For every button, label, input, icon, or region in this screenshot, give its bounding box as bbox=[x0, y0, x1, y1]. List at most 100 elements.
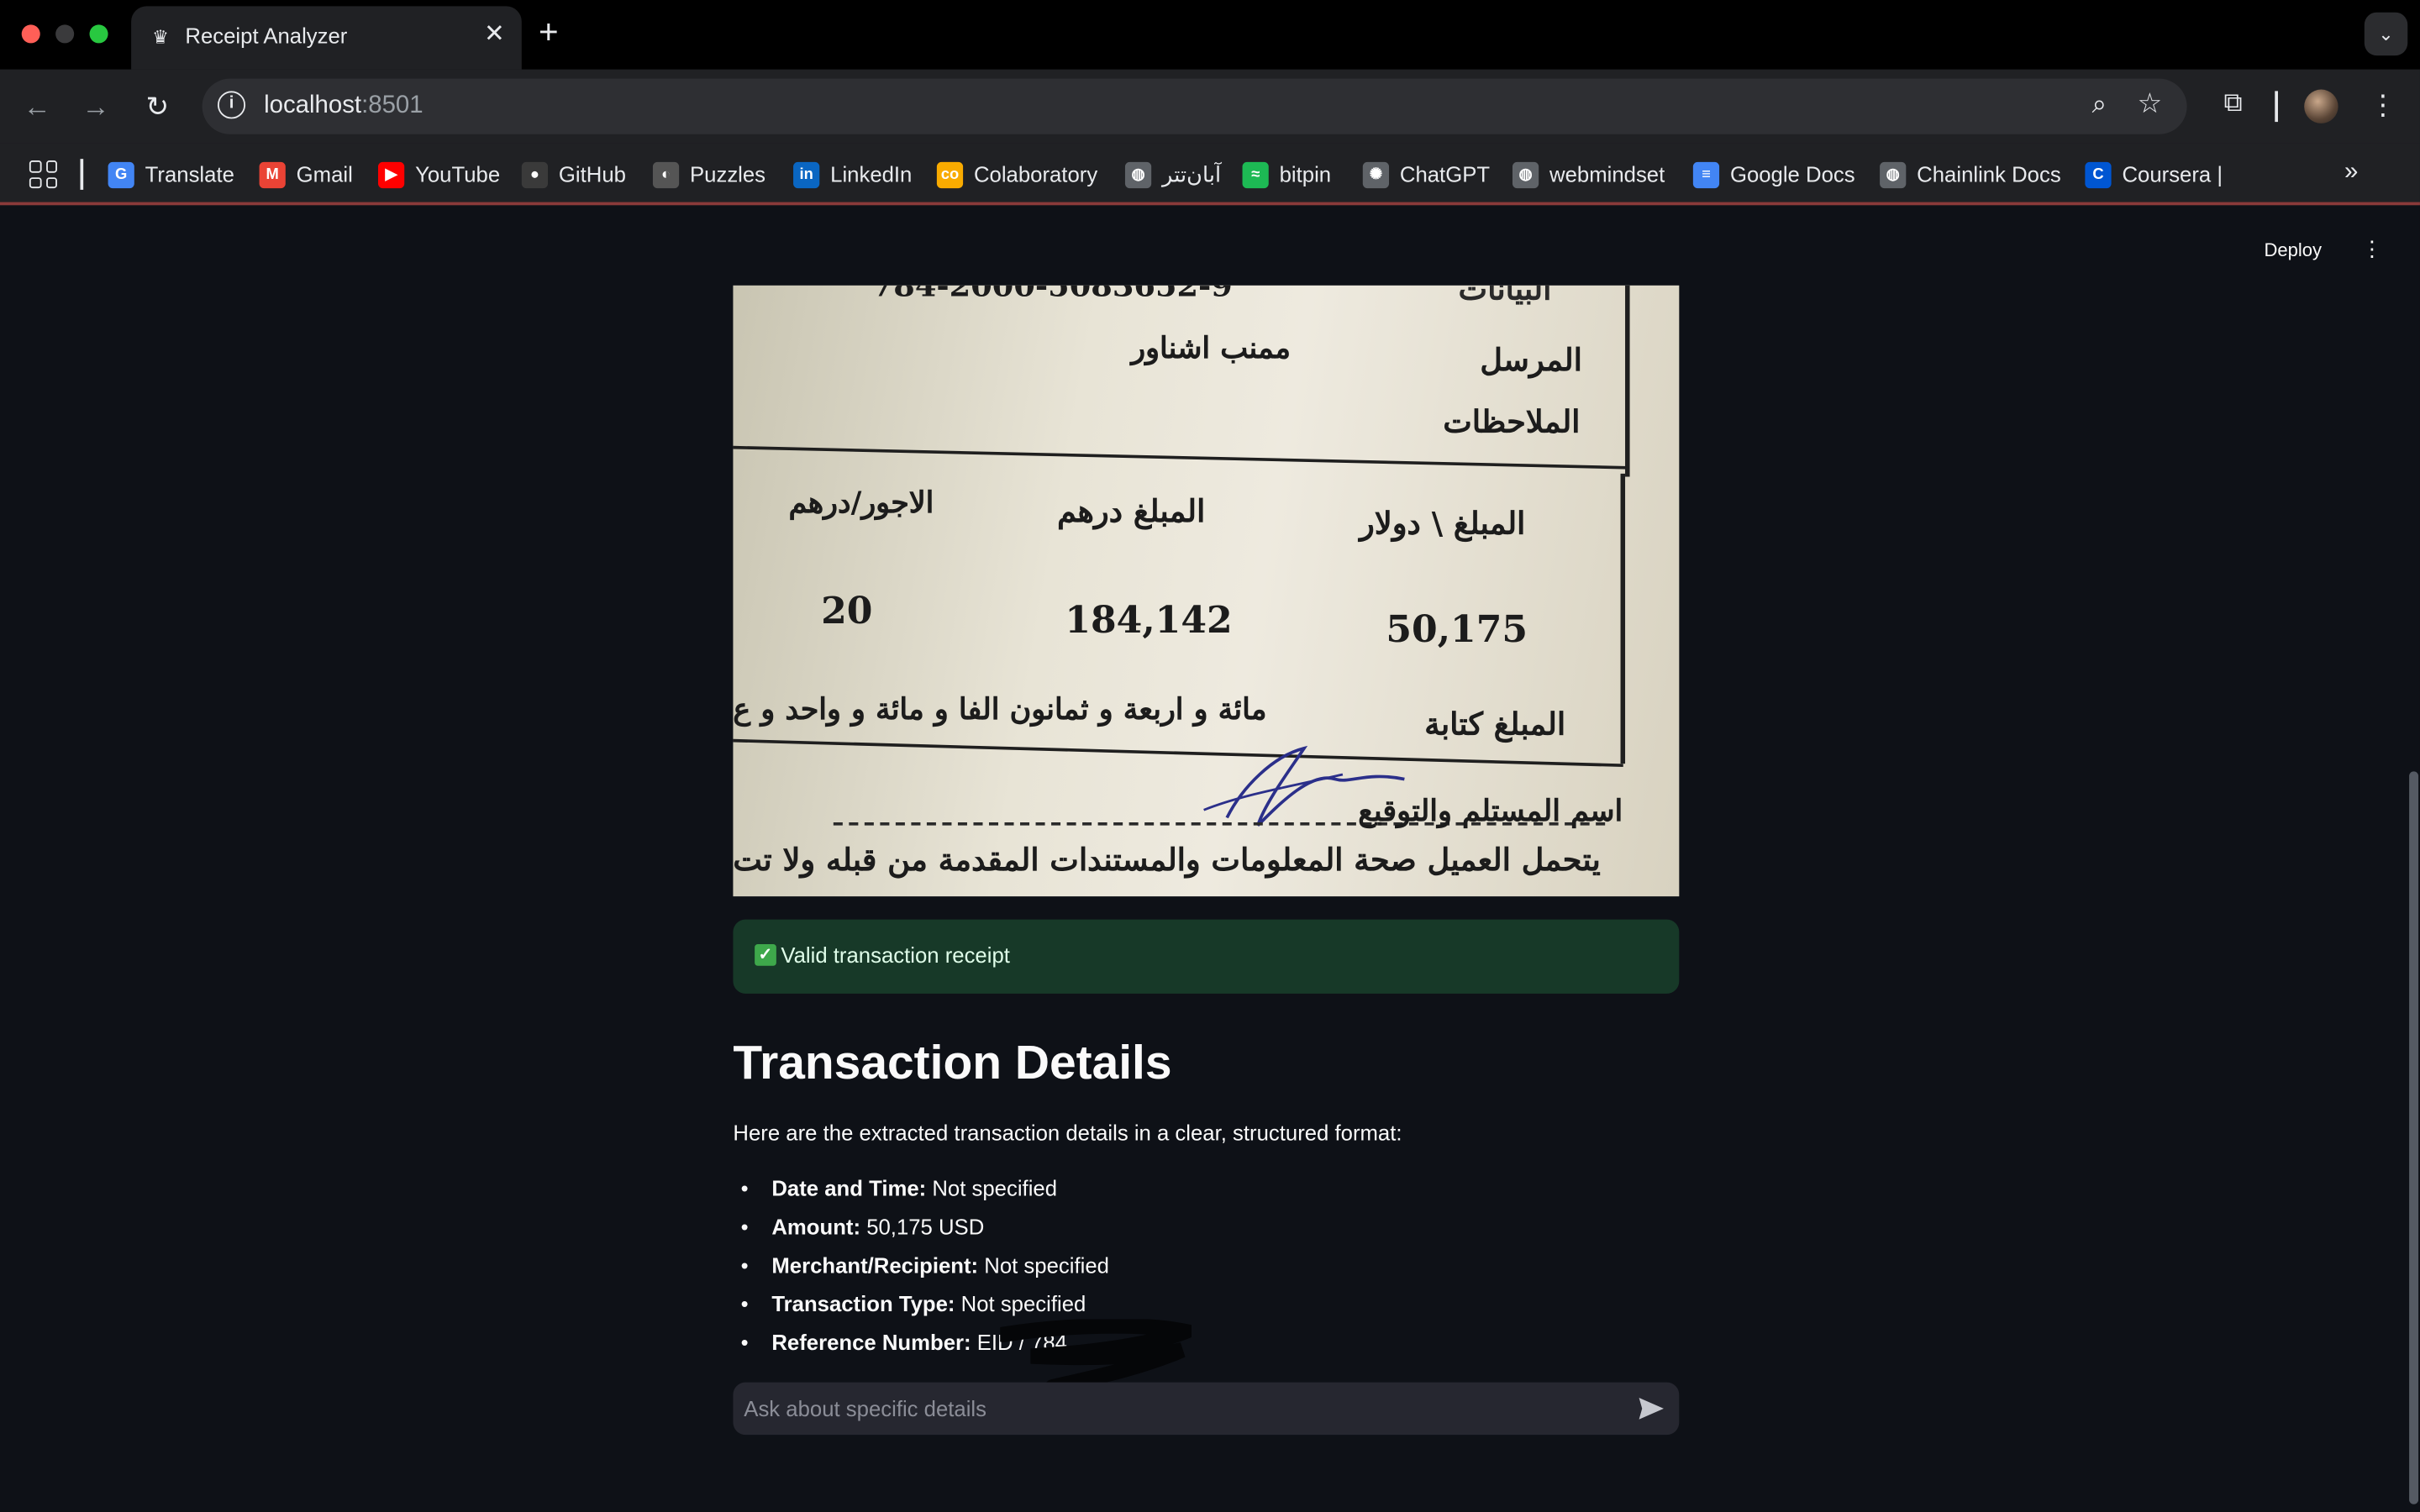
detail-value: 50,175 USD bbox=[866, 1214, 985, 1239]
bookmark-label: Puzzles bbox=[690, 161, 766, 187]
receipt-col-fee: الاجور/درهم bbox=[788, 486, 934, 520]
receipt-amount-words-value: مائة و اربعة و ثمانون الفا و مائة و واحد… bbox=[733, 692, 1267, 727]
bookmark-item[interactable]: C Coursera | bbox=[2085, 159, 2223, 190]
app-menu-icon[interactable]: ⋮ bbox=[2361, 236, 2383, 262]
alert-text: Valid transaction receipt bbox=[781, 942, 1010, 968]
page-title: Transaction Details bbox=[733, 1035, 1172, 1089]
bookmark-label: Translate bbox=[145, 161, 234, 187]
tab-strip: ♛ Receipt Analyzer ✕ + ⌄ bbox=[0, 0, 2420, 70]
deploy-button[interactable]: Deploy bbox=[2264, 239, 2322, 261]
profile-avatar[interactable] bbox=[2304, 89, 2338, 123]
url-text[interactable]: localhost:8501 bbox=[264, 92, 424, 120]
toolbar-divider bbox=[2275, 91, 2278, 123]
receipt-image: البيانات 784-2000-5083652-9 المرسل ممنب … bbox=[733, 285, 1680, 897]
receipt-col-usd: المبلغ \ دولار bbox=[1360, 504, 1526, 542]
more-bookmarks-icon[interactable]: » bbox=[2344, 159, 2358, 186]
close-window-button[interactable] bbox=[21, 24, 40, 44]
globe-icon: ◍ bbox=[1512, 160, 1539, 188]
bookmark-item[interactable]: ◐ Puzzles bbox=[652, 159, 766, 190]
streamlit-crown-icon: ♛ bbox=[152, 26, 169, 48]
bookmark-item[interactable]: in LinkedIn bbox=[793, 159, 912, 190]
receipt-footer-text: يتحمل العميل صحة المعلومات والمستندات ال… bbox=[733, 841, 1601, 879]
detail-label: Reference Number: bbox=[771, 1330, 971, 1355]
bookmark-item[interactable]: M Gmail bbox=[259, 159, 353, 190]
detail-label: Date and Time: bbox=[771, 1175, 927, 1200]
bookmark-item[interactable]: ◍ webmindset bbox=[1512, 159, 1665, 190]
receipt-border-line bbox=[1620, 473, 1626, 764]
bookmark-label: Gmail bbox=[296, 161, 353, 187]
forward-arrow-icon[interactable]: → bbox=[77, 88, 114, 125]
bookmark-label: آبان‌تتر bbox=[1162, 160, 1222, 186]
browser-window: ♛ Receipt Analyzer ✕ + ⌄ ← → ↻ i localho… bbox=[0, 0, 2420, 1512]
close-tab-icon[interactable]: ✕ bbox=[484, 22, 505, 50]
receipt-receiver-label: اسم المستلم والتوقيع bbox=[1358, 794, 1623, 829]
bookmark-label: Chainlink Docs bbox=[1917, 161, 2061, 187]
apps-grid-icon[interactable] bbox=[29, 160, 57, 189]
linkedin-icon: in bbox=[793, 160, 820, 188]
bookmark-label: Coursera | bbox=[2122, 161, 2223, 187]
detail-label: Transaction Type: bbox=[771, 1291, 955, 1316]
puzzles-icon: ◐ bbox=[652, 160, 680, 188]
url-host: localhost bbox=[264, 92, 362, 119]
bookmarks-bar: G Translate M Gmail ▶ YouTube ● GitHub ◐ Puzzles i… bbox=[0, 143, 2420, 206]
zoom-icon[interactable]: ⌕ bbox=[2092, 90, 2107, 121]
extensions-icon[interactable]: ⧉ bbox=[2217, 88, 2250, 122]
tab-receipt-analyzer[interactable]: ♛ Receipt Analyzer ✕ bbox=[131, 6, 522, 70]
bookmark-label: Google Docs bbox=[1729, 161, 1855, 187]
chatgpt-icon: ✺ bbox=[1362, 160, 1390, 188]
chat-placeholder: Ask about specific details bbox=[744, 1396, 987, 1421]
bookmark-item[interactable]: ✺ ChatGPT bbox=[1362, 159, 1491, 190]
github-icon: ● bbox=[521, 160, 549, 188]
receipt-top-partial: 784-2000-5083652-9 bbox=[871, 285, 1233, 304]
maximize-window-button[interactable] bbox=[89, 24, 108, 44]
bookmark-item[interactable]: ◍ Chainlink Docs bbox=[1880, 159, 2061, 190]
bookmark-label: ChatGPT bbox=[1399, 161, 1491, 187]
address-bar[interactable]: i localhost:8501 ⌕ ☆ bbox=[202, 78, 2187, 134]
bookmark-item[interactable]: ≡ Google Docs bbox=[1692, 159, 1855, 190]
youtube-icon: ▶ bbox=[377, 160, 405, 188]
gmail-icon: M bbox=[259, 160, 286, 188]
intro-text: Here are the extracted transaction detai… bbox=[733, 1120, 1402, 1145]
translate-icon: G bbox=[108, 160, 134, 188]
bookmark-item[interactable]: ◍ آبان‌تتر bbox=[1124, 159, 1222, 190]
tab-search-button[interactable]: ⌄ bbox=[2364, 12, 2408, 56]
list-item: Merchant/Recipient: Not specified bbox=[741, 1252, 1109, 1290]
colab-icon: co bbox=[936, 160, 964, 188]
detail-label: Amount: bbox=[771, 1214, 861, 1239]
chat-input[interactable]: Ask about specific details bbox=[733, 1382, 1680, 1436]
bookmark-item[interactable]: co Colaboratory bbox=[936, 159, 1098, 190]
bookmark-item[interactable]: ≈ bitpin bbox=[1242, 159, 1331, 190]
receipt-sender-label: المرسل bbox=[1480, 340, 1582, 378]
receipt-sender-value: ممنب اشناور bbox=[1131, 331, 1291, 366]
success-alert: ✓ Valid transaction receipt bbox=[733, 919, 1680, 994]
bookmark-label: Colaboratory bbox=[973, 161, 1098, 187]
bookmark-item[interactable]: ▶ YouTube bbox=[377, 159, 501, 190]
list-item: Date and Time: Not specified bbox=[741, 1174, 1109, 1213]
bookmark-item[interactable]: G Translate bbox=[108, 159, 234, 190]
check-mark-icon: ✓ bbox=[755, 944, 776, 966]
bookmark-label: YouTube bbox=[415, 161, 501, 187]
receipt-border-line bbox=[1625, 285, 1630, 477]
page-scrollbar[interactable] bbox=[2409, 771, 2419, 1504]
receipt-border-line bbox=[733, 738, 1623, 768]
bookmark-label: webmindset bbox=[1549, 161, 1665, 187]
back-arrow-icon[interactable]: ← bbox=[18, 88, 55, 125]
send-icon[interactable] bbox=[1638, 1394, 1665, 1422]
minimize-window-button[interactable] bbox=[55, 24, 75, 44]
browser-menu-icon[interactable]: ⋮ bbox=[2369, 88, 2396, 122]
tab-title: Receipt Analyzer bbox=[185, 23, 348, 48]
bookmark-item[interactable]: ● GitHub bbox=[521, 159, 626, 190]
bookmark-star-icon[interactable]: ☆ bbox=[2138, 88, 2163, 121]
bookmark-label: GitHub bbox=[558, 161, 626, 187]
bookmark-label: LinkedIn bbox=[830, 161, 913, 187]
list-item: Amount: 50,175 USD bbox=[741, 1213, 1109, 1252]
receipt-notes-label: الملاحظات bbox=[1443, 402, 1581, 440]
detail-label: Merchant/Recipient: bbox=[771, 1252, 979, 1278]
site-info-icon[interactable]: i bbox=[217, 91, 246, 119]
streamlit-app: Deploy ⋮ البيانات 784-2000-5083652-9 الم… bbox=[0, 207, 2420, 1512]
receipt-val-usd: 50,175 bbox=[1386, 606, 1528, 652]
new-tab-button[interactable]: + bbox=[539, 13, 559, 51]
bookmarks-divider bbox=[80, 159, 84, 190]
reload-icon[interactable]: ↻ bbox=[139, 88, 176, 125]
detail-value: Not specified bbox=[960, 1291, 1086, 1316]
